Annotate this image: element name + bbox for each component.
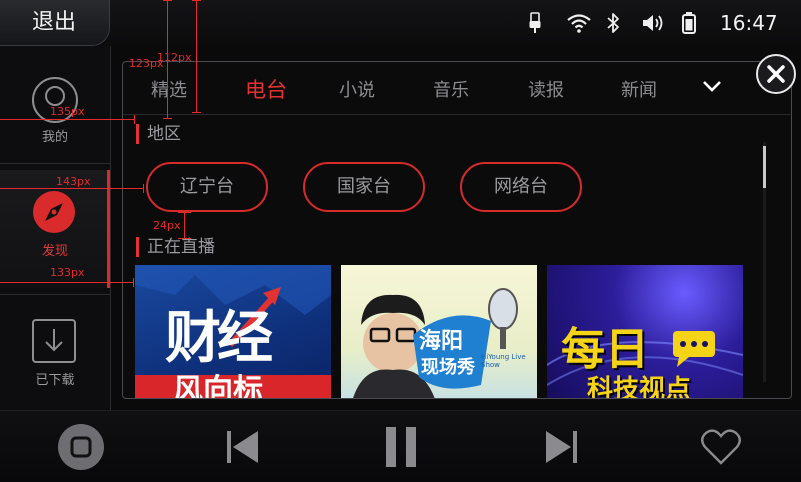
card-title: 海阳 [419,329,464,354]
measure-line [178,212,191,213]
measure-line [163,0,172,1]
card-title: 财经 [165,306,273,371]
wifi-icon [566,0,592,46]
measure-line [192,0,201,1]
clock-time: 16:47 [720,11,778,35]
bluetooth-icon [606,0,620,46]
favorite-button[interactable] [700,411,742,482]
home-button[interactable] [58,411,104,482]
compass-icon [33,191,75,233]
measure-label: 24px [153,219,181,232]
measure-line [0,119,135,120]
nav-item-label: 已下载 [35,373,75,388]
measure-line [192,112,201,113]
measure-line [143,184,144,193]
region-pill-national[interactable]: 国家台 [303,162,425,212]
skip-next-icon [546,430,577,463]
usb-icon [528,0,542,46]
tab-featured[interactable]: 精选 [151,76,187,102]
measure-line [184,212,185,238]
card-tag: HiYoung Live Show [481,353,526,369]
measure-line [0,282,134,283]
home-icon [58,423,104,470]
measure-line [133,278,134,287]
card-subtitle: 现场秀 [421,357,475,378]
tab-music[interactable]: 音乐 [433,76,469,102]
exit-button[interactable]: 退出 [0,0,110,46]
volume-icon [641,0,667,46]
region-pill-liaoning[interactable]: 辽宁台 [146,162,268,212]
tab-radio[interactable]: 电台 [245,74,287,104]
measure-line [0,188,144,189]
section-title-region: 地区 [136,124,181,144]
content-scrollbar-thumb[interactable] [763,146,766,188]
skip-previous-icon [227,430,258,463]
category-tabs: 精选 电台 小说 音乐 读报 新闻 [123,62,791,115]
heart-icon [701,428,741,465]
live-card-tech[interactable]: 每日 科技视点 [547,265,743,399]
battery-icon [681,0,697,46]
nav-item-label: 发现 [41,244,68,259]
live-card-haiyang[interactable]: 海阳 现场秀 HiYoung Live Show [341,265,537,398]
next-button[interactable] [544,411,578,482]
nav-item-label: 我的 [41,130,68,145]
pause-button[interactable] [385,411,417,482]
close-icon [767,65,785,83]
measure-label: 123px [129,57,164,70]
measure-line [196,0,197,112]
tab-novels[interactable]: 小说 [339,76,375,102]
region-pill-network[interactable]: 网络台 [460,162,582,212]
section-title-live: 正在直播 [136,237,215,257]
measure-line [178,238,191,239]
content-panel: 精选 电台 小说 音乐 读报 新闻 地区 辽宁台 国家台 网络台 正在直播 财经… [122,61,792,399]
card-subtitle: 风向标 [173,373,263,399]
chevron-down-icon[interactable] [701,78,723,98]
card-title: 每日 [561,324,649,375]
nav-item-downloaded[interactable]: 已下载 [0,294,110,412]
download-icon [32,319,76,363]
measure-label: 135px [50,105,85,118]
status-bar: 退出 16:47 [0,0,801,46]
measure-line [163,118,172,119]
pause-icon [386,426,416,467]
measure-line [134,115,135,124]
left-navigation: 我的 发现 已下载 [0,46,111,411]
tab-newspaper[interactable]: 读报 [528,76,564,102]
tab-news[interactable]: 新闻 [621,76,657,102]
measure-label: 133px [50,266,85,279]
previous-button[interactable] [226,411,260,482]
measure-label: 143px [56,175,91,188]
live-card-finance[interactable]: 财经 风向标 [135,265,331,399]
card-subtitle: 科技视点 [587,375,692,399]
close-button[interactable] [756,54,796,94]
playback-control-bar [0,410,801,482]
